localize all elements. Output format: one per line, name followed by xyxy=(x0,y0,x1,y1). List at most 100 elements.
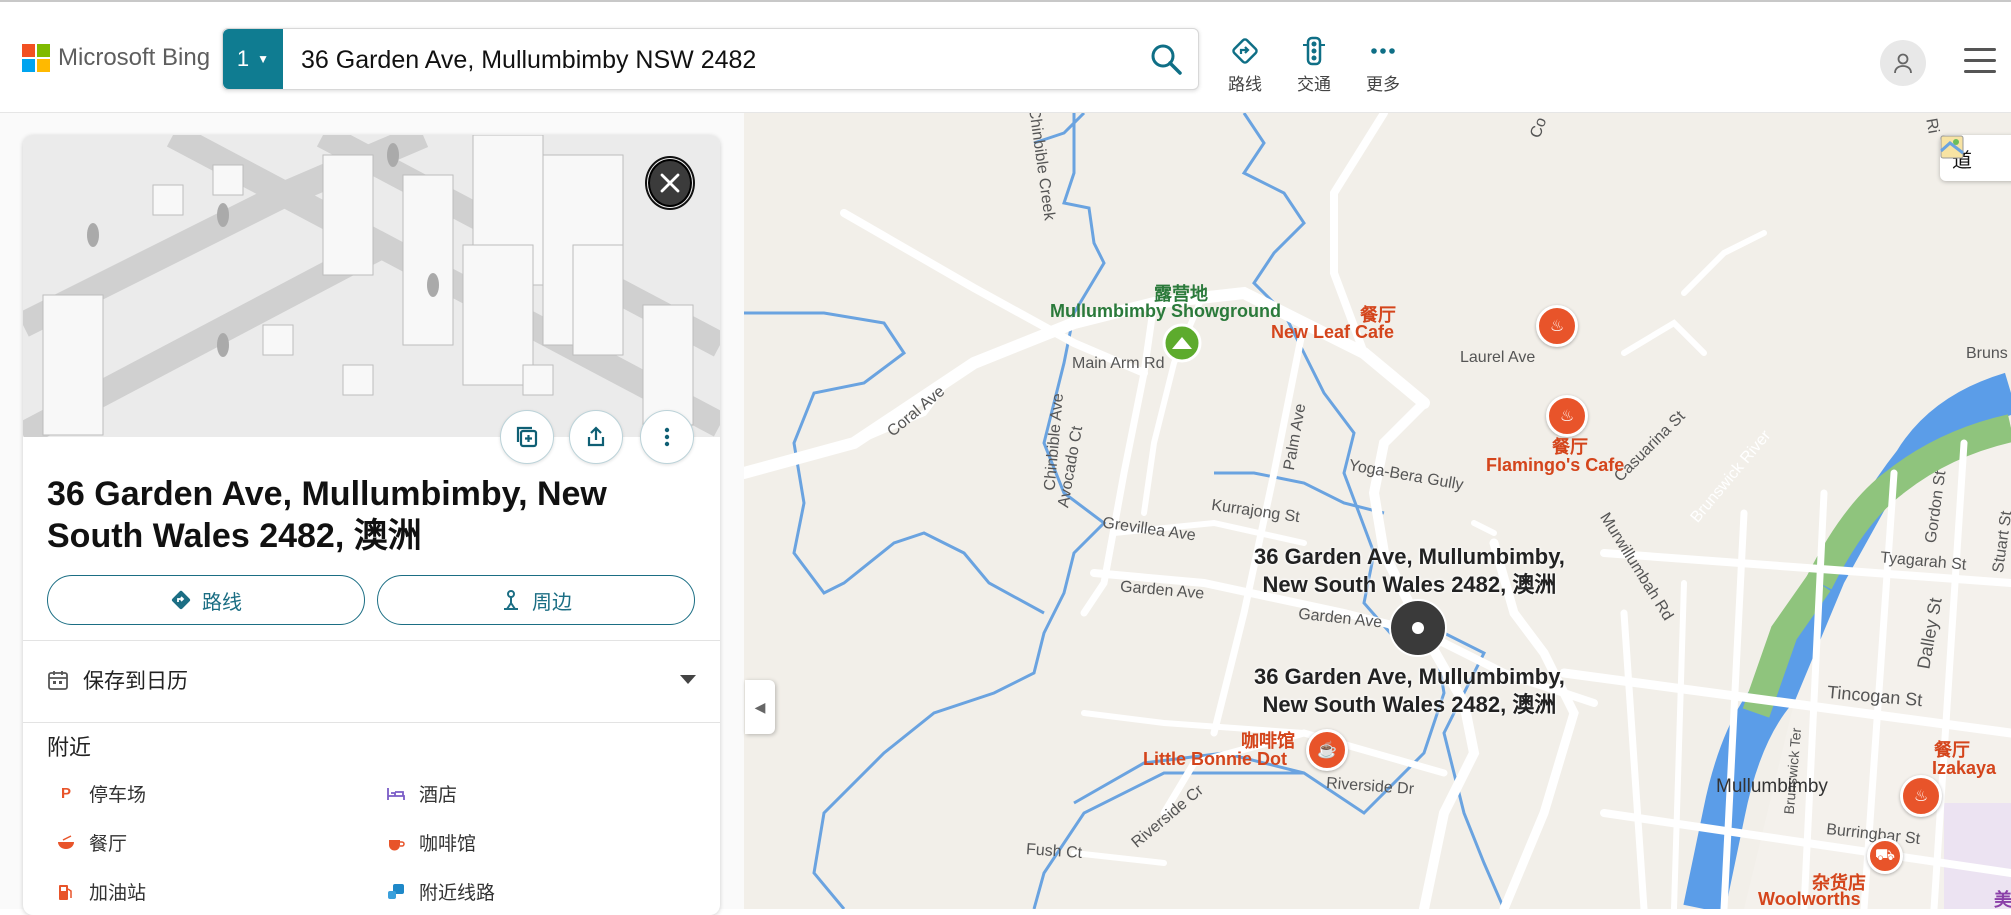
poi-name-label[interactable]: Little Bonnie Dot xyxy=(1143,749,1287,770)
location-card: 36 Garden Ave, Mullumbimby, New South Wa… xyxy=(23,135,720,915)
directions-button[interactable]: 路线 xyxy=(1215,36,1275,95)
share-button[interactable] xyxy=(569,410,623,464)
restaurant-pin[interactable]: ♨ xyxy=(1536,305,1578,347)
nearby-item-label: 酒店 xyxy=(419,785,458,806)
nearby-item-label: 咖啡馆 xyxy=(419,834,477,855)
close-card-button[interactable] xyxy=(645,156,695,210)
microsoft-logo-icon xyxy=(22,44,50,72)
poi-name-label[interactable]: Mullumbimby Showground xyxy=(1050,301,1281,322)
restaurant-pin[interactable]: ♨ xyxy=(1900,775,1942,817)
search-icon xyxy=(1151,44,1182,75)
nearby-person-icon xyxy=(504,590,518,610)
directions-icon xyxy=(1232,38,1258,64)
poi-name-label[interactable]: New Leaf Cafe xyxy=(1271,322,1394,343)
poi-partial-label[interactable]: 美 xyxy=(1994,886,2011,909)
share-icon xyxy=(587,426,605,447)
search-input[interactable] xyxy=(299,37,1103,83)
coffee-cup-icon xyxy=(387,834,405,852)
more-icon xyxy=(1371,48,1395,54)
add-to-collection-button[interactable] xyxy=(500,410,554,464)
nearby-item-label: 附近线路 xyxy=(419,883,496,904)
address-line-2: New South Wales 2482, 澳洲 xyxy=(1262,692,1557,717)
directions-pill-label: 路线 xyxy=(202,591,242,614)
menu-button[interactable] xyxy=(1964,48,1996,74)
address-label-top: 36 Garden Ave, Mullumbimby, New South Wa… xyxy=(1254,543,1565,599)
nearby-pill-button[interactable]: 周边 xyxy=(377,575,695,625)
caret-down-icon: ▼ xyxy=(257,52,270,66)
bowl-icon: ♨ xyxy=(1913,788,1929,805)
top-header: Microsoft Bing 1 ▼ 路线 交通 更多 xyxy=(0,2,2011,113)
user-icon xyxy=(1894,53,1912,74)
vertical-dots-icon xyxy=(664,427,670,447)
nearby-restaurant[interactable]: 餐厅 xyxy=(57,829,127,856)
directions-label: 路线 xyxy=(1228,75,1262,94)
address-label-bottom: 36 Garden Ave, Mullumbimby, New South Wa… xyxy=(1254,663,1565,719)
nearby-item-label: 加油站 xyxy=(89,883,147,904)
chevron-down-icon xyxy=(679,668,697,692)
place-title: 36 Garden Ave, Mullumbimby, New South Wa… xyxy=(47,475,607,555)
calendar-icon xyxy=(48,671,68,690)
map-thumbnail-icon xyxy=(1940,135,1964,159)
search-button[interactable] xyxy=(1148,41,1184,77)
more-button[interactable]: 更多 xyxy=(1353,36,1413,95)
account-avatar[interactable] xyxy=(1880,40,1926,86)
street-label: Fush Ct xyxy=(1025,841,1083,862)
poi-name-label[interactable]: Flamingo's Cafe xyxy=(1486,455,1624,476)
nearby-cafe[interactable]: 咖啡馆 xyxy=(387,829,476,856)
map-style-button[interactable]: 道 xyxy=(1940,135,2011,181)
address-line-2: New South Wales 2482, 澳洲 xyxy=(1262,572,1557,597)
details-panel: 36 Garden Ave, Mullumbimby, New South Wa… xyxy=(0,113,744,915)
add-collection-icon xyxy=(516,426,538,448)
bowl-icon: ♨ xyxy=(1559,408,1575,425)
save-to-calendar-label: 保存到日历 xyxy=(83,670,188,693)
traffic-label: 交通 xyxy=(1297,75,1331,94)
restaurant-pin[interactable]: ♨ xyxy=(1546,395,1588,437)
poi-name-label[interactable]: Woolworths xyxy=(1758,889,1861,909)
cart-icon: ⛟ xyxy=(1874,847,1896,864)
nearby-parking[interactable]: P 停车场 xyxy=(57,780,146,807)
more-label: 更多 xyxy=(1366,75,1400,94)
street-label: Ri xyxy=(1922,116,1942,135)
nearby-pill-label: 周边 xyxy=(532,591,572,614)
transit-icon xyxy=(387,883,405,901)
selected-location-pin xyxy=(1389,599,1447,657)
street-label: Bruns xyxy=(1966,345,2008,362)
grocery-pin[interactable]: ⛟ xyxy=(1867,838,1903,874)
street-label: Laurel Ave xyxy=(1460,349,1536,366)
bowl-icon xyxy=(57,834,75,852)
chevron-left-icon: ◀ xyxy=(754,698,766,715)
search-tab-selector[interactable]: 1 ▼ xyxy=(223,29,283,89)
bing-logo[interactable]: Microsoft Bing xyxy=(22,44,210,72)
search-box: 1 ▼ xyxy=(222,28,1199,90)
nearby-transit[interactable]: 附近线路 xyxy=(387,878,495,905)
brand-name: Microsoft Bing xyxy=(58,44,211,71)
traffic-light-icon xyxy=(1303,36,1325,66)
more-options-button[interactable] xyxy=(640,410,694,464)
divider xyxy=(23,640,720,641)
bed-icon xyxy=(387,785,405,803)
close-icon xyxy=(660,173,680,193)
address-line-1: 36 Garden Ave, Mullumbimby, xyxy=(1254,544,1565,569)
map-canvas[interactable]: Main Arm Rd Laurel Ave Coral Ave Chinbib… xyxy=(744,113,2011,909)
nearby-gas-station[interactable]: 加油站 xyxy=(57,878,146,905)
nearby-item-label: 停车场 xyxy=(89,785,147,806)
traffic-button[interactable]: 交通 xyxy=(1284,36,1344,95)
poi-name-label[interactable]: Izakaya xyxy=(1932,758,1996,779)
coffee-cup-icon: ☕ xyxy=(1317,742,1337,759)
save-to-calendar-row[interactable]: 保存到日历 xyxy=(47,660,697,700)
directions-icon xyxy=(171,590,191,610)
parking-icon: P xyxy=(60,785,71,802)
bowl-icon: ♨ xyxy=(1549,318,1565,335)
search-tab-label: 1 xyxy=(236,46,250,71)
directions-pill-button[interactable]: 路线 xyxy=(47,575,365,625)
hero-illustration xyxy=(23,135,720,437)
street-label: Main Arm Rd xyxy=(1072,355,1165,372)
nearby-item-label: 餐厅 xyxy=(89,834,128,855)
town-label: Mullumbimby xyxy=(1716,776,1828,797)
nearby-hotel[interactable]: 酒店 xyxy=(387,780,457,807)
collapse-panel-button[interactable]: ◀ xyxy=(745,680,775,734)
city-illustration xyxy=(23,135,720,437)
nearby-section-title: 附近 xyxy=(47,735,92,760)
cafe-pin[interactable]: ☕ xyxy=(1306,729,1348,771)
gas-pump-icon xyxy=(57,883,75,901)
